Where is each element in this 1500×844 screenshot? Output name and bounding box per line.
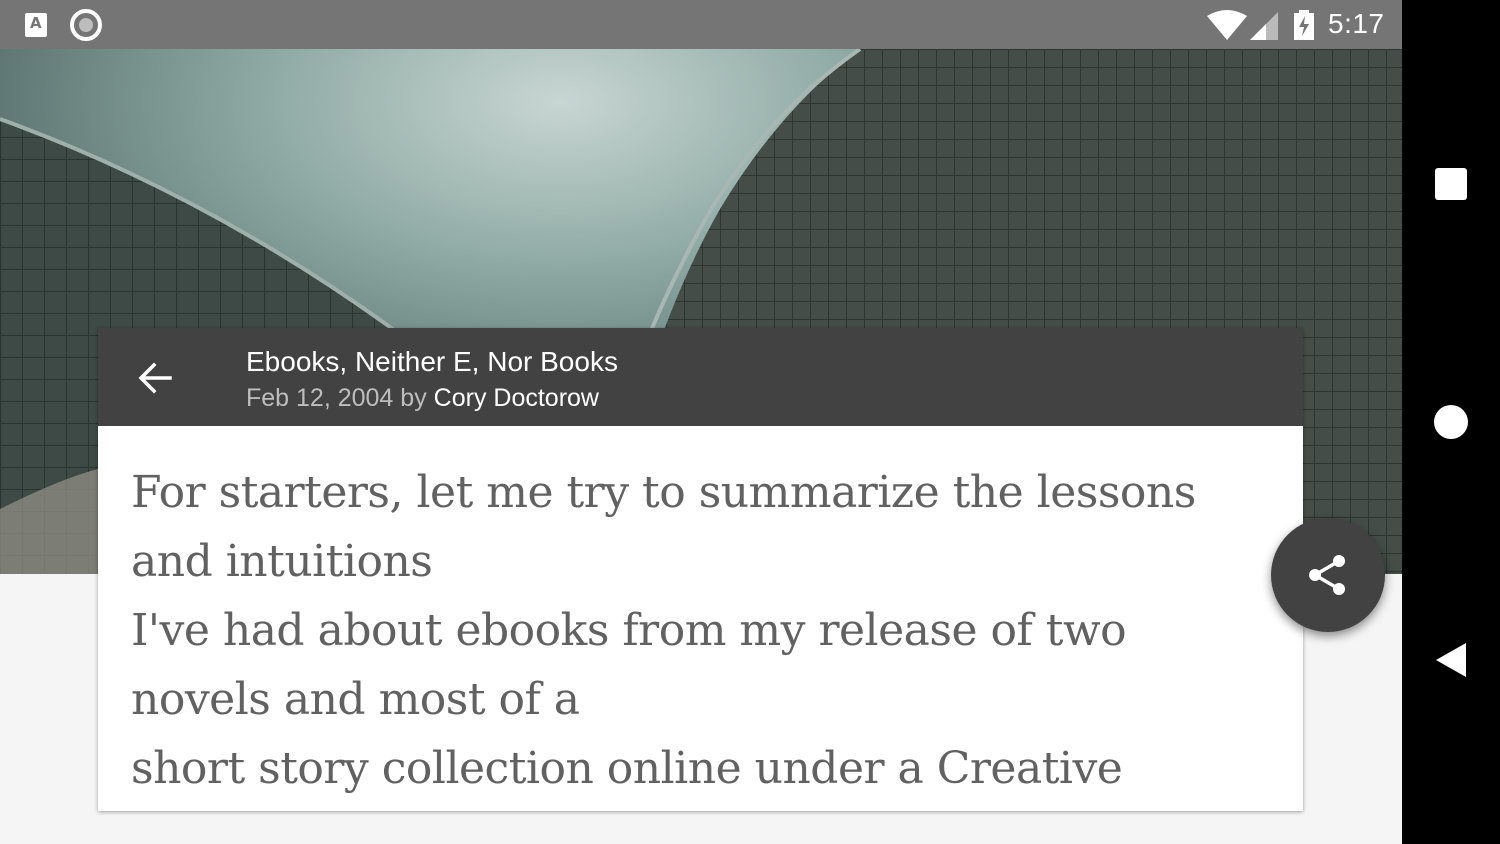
article-by: by — [400, 384, 427, 412]
arrow-back-icon — [138, 362, 172, 394]
share-button[interactable] — [1271, 518, 1385, 632]
clock-time: 5:17 — [1328, 8, 1385, 39]
back-button[interactable] — [128, 350, 184, 406]
wifi-icon — [1207, 10, 1247, 40]
article-author[interactable]: Cory Doctorow — [434, 384, 599, 412]
signal-icon — [1250, 12, 1278, 40]
a-notification-icon: A — [25, 13, 47, 37]
article-line: and intuitions — [131, 536, 433, 587]
battery-charging-icon — [1294, 10, 1314, 40]
article-line: I've had about ebooks from my release of… — [131, 605, 1127, 656]
article-meta: Feb 12, 2004 by Cory Doctorow — [246, 384, 599, 413]
home-icon[interactable] — [1434, 405, 1468, 439]
article-date: Feb 12, 2004 — [246, 384, 394, 412]
article-card: Ebooks, Neither E, Nor Books Feb 12, 200… — [98, 328, 1303, 811]
status-bar: A 5:17 — [0, 0, 1402, 49]
article-toolbar: Ebooks, Neither E, Nor Books Feb 12, 200… — [98, 328, 1303, 426]
recents-icon[interactable] — [1435, 168, 1467, 200]
circle-notification-icon — [70, 9, 102, 41]
article-line: short story collection online under a Cr… — [131, 743, 1123, 794]
article-title: Ebooks, Neither E, Nor Books — [246, 346, 618, 377]
article-line: For starters, let me try to summarize th… — [131, 467, 1196, 518]
share-icon — [1309, 555, 1345, 595]
article-line: novels and most of a — [131, 674, 580, 725]
back-icon[interactable] — [1436, 643, 1466, 677]
article-body: For starters, let me try to summarize th… — [131, 458, 1196, 803]
